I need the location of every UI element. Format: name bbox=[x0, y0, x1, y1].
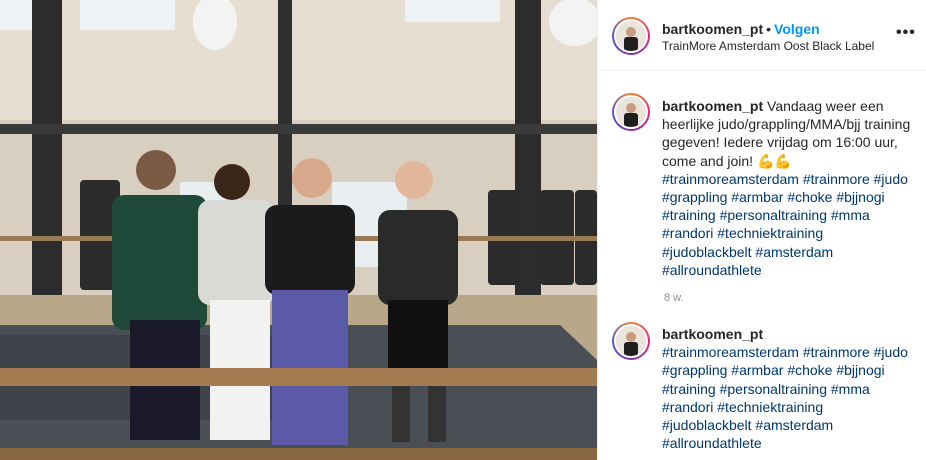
avatar[interactable] bbox=[612, 17, 650, 55]
caption-text: bartkoomen_pt Vandaag weer een heerlijke… bbox=[662, 97, 912, 279]
hashtag-link[interactable]: #trainmoreamsterdam bbox=[662, 344, 799, 360]
hashtag-link[interactable]: #randori bbox=[662, 399, 713, 415]
comment-username[interactable]: bartkoomen_pt bbox=[662, 326, 763, 342]
hashtag-link[interactable]: #allroundathlete bbox=[662, 262, 762, 278]
hashtag-link[interactable]: #allroundathlete bbox=[662, 435, 762, 451]
flexed-biceps-emoji: 💪💪 bbox=[756, 152, 792, 169]
avatar-photo bbox=[616, 326, 646, 356]
follow-button[interactable]: Volgen bbox=[774, 21, 820, 37]
avatar-photo bbox=[616, 97, 646, 127]
hashtag-link[interactable]: #choke bbox=[787, 189, 832, 205]
hashtag-link[interactable]: #trainmoreamsterdam bbox=[662, 171, 799, 187]
hashtag-link[interactable]: #grappling bbox=[662, 362, 727, 378]
hashtag-link[interactable]: #trainmore bbox=[803, 171, 870, 187]
comment-text: bartkoomen_pt #trainmoreamsterdam #train… bbox=[662, 325, 912, 452]
hashtag-link[interactable]: #judo bbox=[874, 171, 908, 187]
gym-group-photo bbox=[0, 0, 597, 460]
post-header: bartkoomen_pt • Volgen TrainMore Amsterdam… bbox=[598, 0, 926, 71]
hashtag-link[interactable]: #trainmore bbox=[803, 344, 870, 360]
post-timestamp[interactable]: 8 w. bbox=[664, 292, 684, 304]
hashtag-link[interactable]: #amsterdam bbox=[755, 417, 833, 433]
hashtag-link[interactable]: #personaltraining bbox=[720, 381, 827, 397]
avatar-photo bbox=[616, 21, 646, 51]
header-username[interactable]: bartkoomen_pt bbox=[662, 21, 763, 37]
hashtag-link[interactable]: #training bbox=[662, 207, 716, 223]
caption-avatar[interactable] bbox=[612, 93, 650, 131]
header-user-line: bartkoomen_pt • Volgen bbox=[662, 21, 820, 37]
hashtag-link[interactable]: #armbar bbox=[731, 362, 783, 378]
post-photo[interactable] bbox=[0, 0, 597, 460]
hashtag-link[interactable]: #techniektraining bbox=[717, 225, 823, 241]
hashtag-link[interactable]: #mma bbox=[831, 381, 870, 397]
hashtag-link[interactable]: #randori bbox=[662, 225, 713, 241]
hashtag-link[interactable]: #bjjnogi bbox=[836, 362, 884, 378]
hashtag-link[interactable]: #grappling bbox=[662, 189, 727, 205]
post-side-panel: bartkoomen_pt • Volgen TrainMore Amsterdam… bbox=[597, 0, 926, 460]
comment-avatar[interactable] bbox=[612, 322, 650, 360]
hashtag-link[interactable]: #mma bbox=[831, 207, 870, 223]
location-link[interactable]: TrainMore Amsterdam Oost Black Label bbox=[662, 39, 874, 53]
hashtag-link[interactable]: #judoblackbelt bbox=[662, 417, 752, 433]
hashtag-link[interactable]: #amsterdam bbox=[755, 244, 833, 260]
caption-username[interactable]: bartkoomen_pt bbox=[662, 98, 763, 114]
hashtag-link[interactable]: #techniektraining bbox=[717, 399, 823, 415]
separator-dot: • bbox=[766, 21, 772, 37]
hashtag-link[interactable]: #choke bbox=[787, 362, 832, 378]
hashtag-link[interactable]: #judo bbox=[874, 344, 908, 360]
hashtag-link[interactable]: #armbar bbox=[731, 189, 783, 205]
hashtag-link[interactable]: #personaltraining bbox=[720, 207, 827, 223]
caption-hashtags: #trainmoreamsterdam #trainmore #judo #gr… bbox=[662, 171, 908, 278]
more-options-icon[interactable]: ••• bbox=[896, 24, 916, 42]
hashtag-link[interactable]: #bjjnogi bbox=[836, 189, 884, 205]
hashtag-link[interactable]: #training bbox=[662, 381, 716, 397]
hashtag-link[interactable]: #judoblackbelt bbox=[662, 244, 752, 260]
comment-hashtags: #trainmoreamsterdam #trainmore #judo #gr… bbox=[662, 344, 908, 451]
